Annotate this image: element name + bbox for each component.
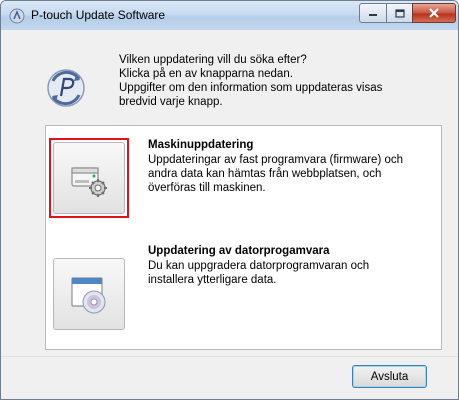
machine-update-description: Uppdateringar av fast programvara (firmw…	[148, 153, 438, 195]
maximize-button[interactable]	[386, 3, 413, 23]
update-software-logo-icon	[47, 69, 85, 107]
intro-line: Klicka på en av knapparna nedan.	[119, 68, 293, 80]
maximize-icon	[394, 8, 405, 18]
minimize-button[interactable]	[359, 3, 387, 23]
description-line: andra data kan hämtas från webbplatsen, …	[148, 168, 382, 180]
quit-button[interactable]: Avsluta	[352, 365, 427, 388]
footer-divider	[1, 356, 458, 357]
machine-update-button[interactable]	[53, 142, 125, 214]
intro-line: Uppgifter om den information som uppdate…	[119, 82, 383, 94]
options-panel: Maskinuppdatering Uppdateringar av fast …	[45, 125, 442, 350]
window-title: P-touch Update Software	[31, 8, 166, 22]
close-button[interactable]	[412, 3, 456, 23]
pc-software-update-button[interactable]	[53, 258, 125, 330]
description-line: överföras till maskinen.	[148, 182, 266, 194]
app-icon	[9, 8, 25, 24]
machine-update-title: Maskinuppdatering	[148, 139, 254, 151]
intro-line: Vilken uppdatering vill du söka efter?	[119, 54, 307, 66]
title-bar[interactable]: P-touch Update Software	[1, 1, 458, 30]
update-dialog: P-touch Update Software Vilken uppdateri…	[0, 0, 459, 400]
description-line: Uppdateringar av fast programvara (firmw…	[148, 154, 404, 166]
pc-software-update-title: Uppdatering av datorprogamvara	[148, 245, 330, 257]
intro-text: Vilken uppdatering vill du söka efter? K…	[119, 53, 439, 109]
close-icon	[429, 8, 439, 18]
intro-line: bredvid varje knapp.	[119, 96, 223, 108]
pc-software-update-description: Du kan uppgradera datorprogramvaran och …	[148, 259, 438, 287]
window-cd-icon	[71, 277, 106, 314]
minimize-icon	[369, 14, 377, 16]
printer-gear-icon	[71, 167, 107, 197]
description-line: installera ytterligare data.	[148, 274, 277, 286]
description-line: Du kan uppgradera datorprogramvaran och	[148, 260, 370, 272]
